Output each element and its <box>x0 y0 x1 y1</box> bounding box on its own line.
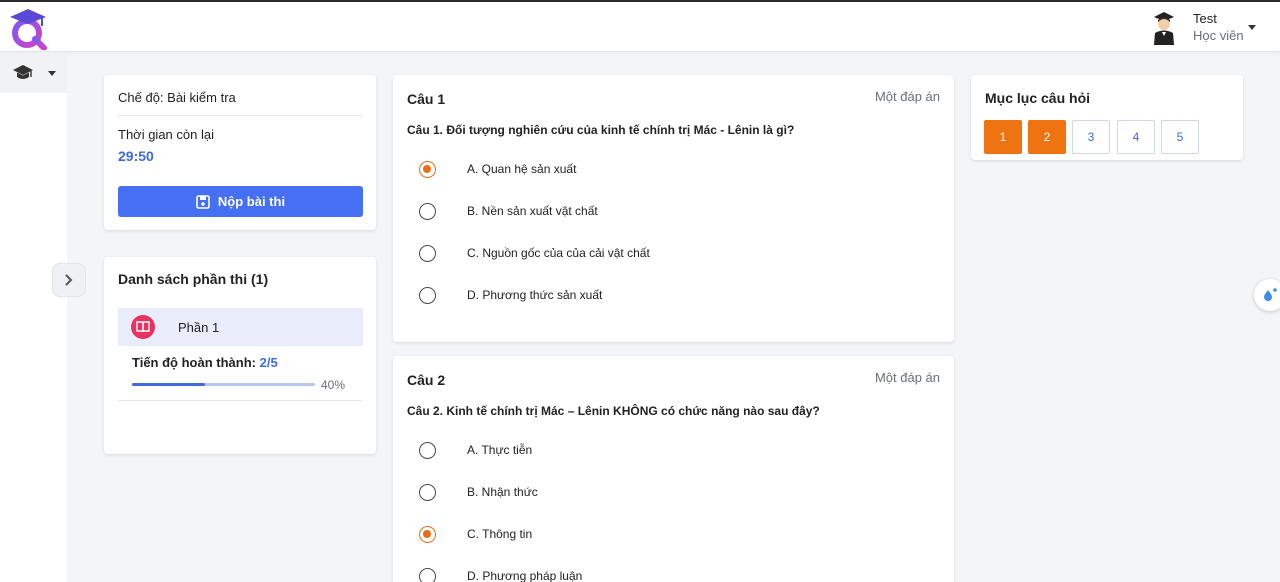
question-card: Câu 1 Một đáp án Câu 1. Đối tượng nghiên… <box>393 75 954 342</box>
option-label: B. Nhận thức <box>467 485 538 499</box>
progress-label-text: Tiến độ hoàn thành: <box>132 355 256 370</box>
exam-mode: Chế độ: Bài kiểm tra <box>118 90 236 105</box>
option-label: B. Nền sản xuất vật chất <box>467 204 598 218</box>
sidebar <box>0 53 67 582</box>
option-label: D. Phương thức sản xuất <box>467 288 603 302</box>
radio-button[interactable] <box>419 441 436 459</box>
question-index-card: Mục lục câu hỏi 1 2 3 4 5 <box>971 75 1243 160</box>
question-index-button[interactable]: 4 <box>1117 120 1155 154</box>
user-name: Test <box>1193 11 1217 26</box>
answer-option[interactable]: D. Phương thức sản xuất <box>419 284 602 306</box>
question-type: Một đáp án <box>874 89 940 104</box>
question-type: Một đáp án <box>874 370 940 385</box>
option-label: A. Thực tiễn <box>467 443 533 457</box>
question-text: Câu 1. Đối tượng nghiên cứu của kinh tế … <box>407 123 795 137</box>
question-title: Câu 1 <box>407 91 446 107</box>
logo-icon[interactable] <box>8 6 50 50</box>
part-label: Phần 1 <box>178 320 220 335</box>
answer-option[interactable]: D. Phương pháp luận <box>419 565 582 582</box>
option-label: D. Phương pháp luận <box>467 569 583 582</box>
user-role: Học viên <box>1193 28 1244 43</box>
exam-info-card: Chế độ: Bài kiểm tra Thời gian còn lại 2… <box>104 75 376 230</box>
option-label: A. Quan hệ sản xuất <box>467 162 577 176</box>
question-index-button[interactable]: 5 <box>1161 120 1199 154</box>
answer-option[interactable]: A. Quan hệ sản xuất <box>419 158 576 180</box>
question-title: Câu 2 <box>407 372 446 388</box>
floating-widget-button[interactable] <box>1254 279 1280 311</box>
exam-parts-card: Danh sách phần thi (1) Phần 1 Tiến độ ho… <box>104 257 376 454</box>
progress-bar <box>132 383 315 386</box>
radio-button[interactable] <box>419 244 436 262</box>
divider <box>118 400 362 401</box>
answer-option[interactable]: C. Thông tin <box>419 523 532 545</box>
part-item[interactable]: Phần 1 <box>118 308 363 346</box>
question-index-title: Mục lục câu hỏi <box>985 90 1091 106</box>
question-text: Câu 2. Kinh tế chính trị Mác – Lênin KHÔ… <box>407 404 820 418</box>
question-index-button[interactable]: 2 <box>1028 120 1066 154</box>
divider <box>118 115 362 116</box>
radio-button[interactable] <box>419 483 436 501</box>
chevron-down-icon[interactable] <box>1248 25 1256 30</box>
chevron-right-icon <box>65 274 73 286</box>
graduation-cap-icon <box>13 65 33 79</box>
radio-button[interactable] <box>419 525 436 543</box>
user-menu[interactable]: Test Học viên <box>1150 10 1256 46</box>
app-header: Test Học viên <box>0 2 1280 52</box>
answer-option[interactable]: B. Nền sản xuất vật chất <box>419 200 598 222</box>
chevron-down-icon <box>48 71 56 76</box>
sidebar-toggle-button[interactable] <box>52 263 86 297</box>
water-drop-icon <box>1264 288 1277 301</box>
progress-percent: 40% <box>321 378 346 392</box>
radio-button[interactable] <box>419 286 436 304</box>
question-index-button[interactable]: 1 <box>984 120 1022 154</box>
radio-button[interactable] <box>419 202 436 220</box>
radio-button[interactable] <box>419 567 436 582</box>
answer-option[interactable]: A. Thực tiễn <box>419 439 532 461</box>
sidebar-item-courses[interactable] <box>0 53 67 93</box>
submit-exam-button[interactable]: Nộp bài thi <box>118 186 363 217</box>
user-avatar <box>1154 12 1174 45</box>
option-label: C. Thông tin <box>467 527 533 541</box>
save-icon <box>196 194 210 209</box>
answer-option[interactable]: B. Nhận thức <box>419 481 538 503</box>
progress-bar-fill <box>132 383 206 386</box>
time-remaining-label: Thời gian còn lại <box>118 127 214 142</box>
question-card: Câu 2 Một đáp án Câu 2. Kinh tế chính tr… <box>393 356 954 582</box>
question-index-button[interactable]: 3 <box>1072 120 1110 154</box>
submit-exam-label: Nộp bài thi <box>217 194 286 209</box>
progress-value: 2/5 <box>259 355 278 370</box>
progress-label: Tiến độ hoàn thành: 2/5 <box>132 355 278 370</box>
book-icon <box>131 315 155 339</box>
parts-title: Danh sách phần thi (1) <box>118 271 269 287</box>
answer-option[interactable]: C. Nguồn gốc của của cải vật chất <box>419 242 650 264</box>
radio-button[interactable] <box>419 160 436 178</box>
option-label: C. Nguồn gốc của của cải vật chất <box>467 246 650 260</box>
time-remaining-value: 29:50 <box>118 148 154 164</box>
